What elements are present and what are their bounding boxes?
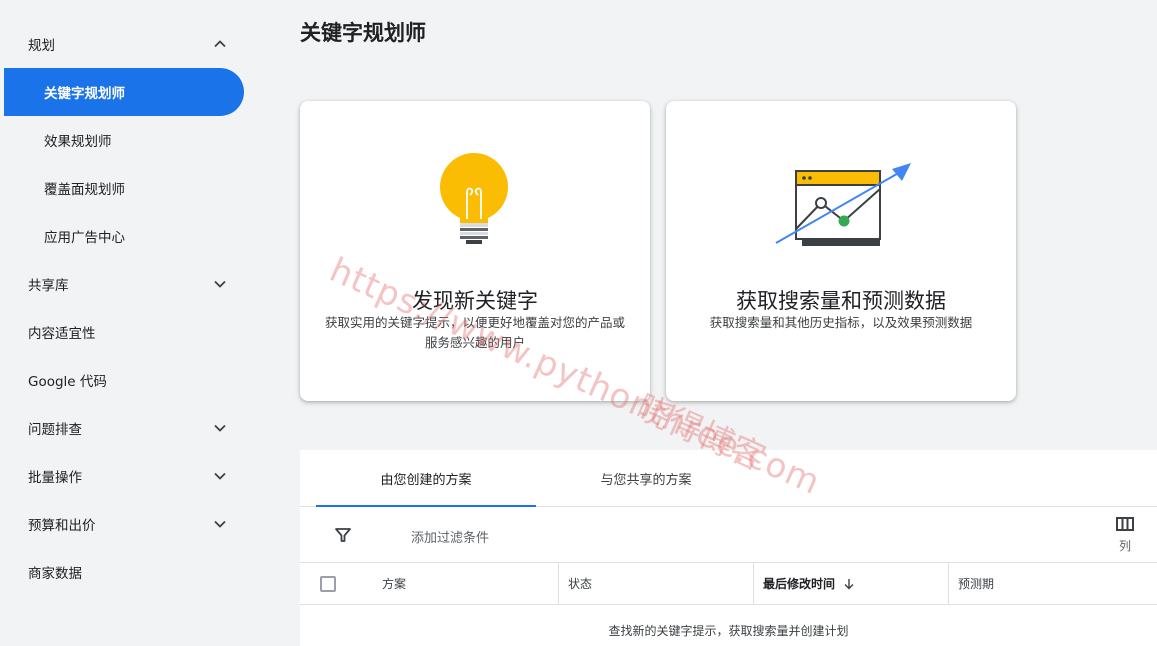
nav-section-content-suitability[interactable]: 内容适宜性 — [0, 308, 262, 356]
nav-section-business-data[interactable]: 商家数据 — [0, 548, 262, 596]
card-title: 发现新关键字 — [412, 289, 538, 313]
empty-table-message: 查找新的关键字提示，获取搜索量并创建计划 — [608, 624, 849, 638]
column-header-plan[interactable]: 方案 — [382, 563, 406, 604]
column-header-last-modified[interactable]: 最后修改时间 — [753, 563, 948, 604]
plans-panel: 由您创建的方案 与您共享的方案 添加过滤条件 列 方案 状态 最后修改时间 预测… — [300, 450, 1157, 646]
tab-plans-created-by-you[interactable]: 由您创建的方案 — [316, 450, 536, 507]
column-header-forecast-period[interactable]: 预测期 — [948, 563, 1153, 604]
nav-item-label: 覆盖面规划师 — [44, 182, 125, 198]
nav-item-keyword-planner[interactable]: 关键字规划师 — [4, 68, 244, 116]
table-header: 方案 状态 最后修改时间 预测期 — [300, 563, 1157, 605]
select-all-checkbox[interactable] — [320, 576, 336, 592]
nav-section-label: Google 代码 — [28, 374, 107, 390]
nav-section-budgets-bidding[interactable]: 预算和出价 — [0, 500, 262, 548]
filter-icon[interactable] — [334, 526, 352, 544]
search-volume-forecasts-card[interactable]: 获取搜索量和预测数据 获取搜索量和其他历史指标，以及效果预测数据 — [666, 101, 1016, 401]
nav-item-label: 应用广告中心 — [44, 230, 125, 246]
card-description: 获取实用的关键字提示，以便更好地覆盖对您的产品或服务感兴趣的用户 — [324, 315, 625, 350]
nav-section-label: 商家数据 — [28, 566, 82, 582]
filter-bar: 添加过滤条件 列 — [300, 507, 1157, 563]
nav-section-google-tag[interactable]: Google 代码 — [0, 356, 262, 404]
page-title: 关键字规划师 — [300, 21, 426, 45]
tab-plans-shared-with-you[interactable]: 与您共享的方案 — [536, 450, 756, 506]
nav-item-label: 关键字规划师 — [44, 86, 125, 102]
chevron-up-icon — [214, 40, 226, 48]
nav-item-app-advertising-hub[interactable]: 应用广告中心 — [0, 212, 262, 260]
chevron-down-icon — [214, 520, 226, 528]
add-filter-input[interactable]: 添加过滤条件 — [411, 527, 489, 546]
nav-section-bulk-actions[interactable]: 批量操作 — [0, 452, 262, 500]
trend-chart-icon — [775, 163, 911, 246]
lightbulb-icon — [440, 153, 508, 244]
chevron-down-icon — [214, 472, 226, 480]
nav-section-label: 共享库 — [28, 278, 69, 294]
nav-section-label: 批量操作 — [28, 470, 82, 486]
plans-tabs: 由您创建的方案 与您共享的方案 — [300, 450, 1157, 507]
nav-section-label: 问题排查 — [28, 422, 82, 438]
nav-item-reach-planner[interactable]: 覆盖面规划师 — [0, 164, 262, 212]
columns-label: 列 — [1118, 539, 1131, 553]
sidebar: 规划 关键字规划师 效果规划师 覆盖面规划师 应用广告中心 共享库 内容适宜性 … — [0, 0, 262, 646]
nav-section-label: 内容适宜性 — [28, 326, 96, 342]
column-header-status[interactable]: 状态 — [558, 563, 753, 604]
nav-item-performance-planner[interactable]: 效果规划师 — [0, 116, 262, 164]
columns-button[interactable]: 列 — [1112, 517, 1138, 557]
column-header-label: 最后修改时间 — [763, 577, 836, 591]
nav-section-planning[interactable]: 规划 — [0, 20, 262, 68]
nav-section-shared-library[interactable]: 共享库 — [0, 260, 262, 308]
nav-section-label: 规划 — [28, 38, 55, 54]
nav-section-troubleshooting[interactable]: 问题排查 — [0, 404, 262, 452]
nav-item-label: 效果规划师 — [44, 134, 112, 150]
columns-icon — [1116, 517, 1134, 531]
chevron-down-icon — [214, 280, 226, 288]
discover-keywords-card[interactable]: 发现新关键字 获取实用的关键字提示，以便更好地覆盖对您的产品或服务感兴趣的用户 — [300, 101, 650, 401]
chevron-down-icon — [214, 424, 226, 432]
nav-section-label: 预算和出价 — [28, 518, 96, 534]
arrow-down-icon — [844, 578, 854, 589]
card-description: 获取搜索量和其他历史指标，以及效果预测数据 — [709, 315, 973, 330]
card-title: 获取搜索量和预测数据 — [736, 289, 946, 313]
